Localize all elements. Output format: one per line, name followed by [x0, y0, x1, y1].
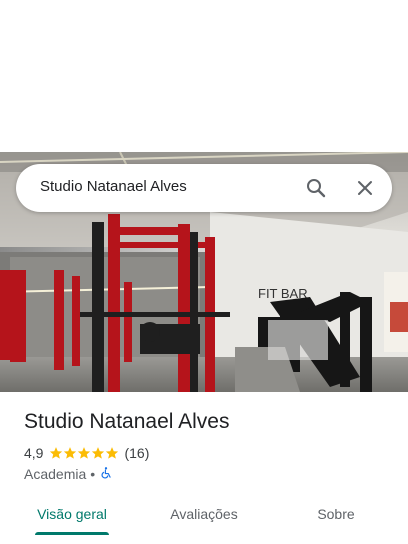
close-icon[interactable] — [353, 176, 377, 200]
tab-bar: Visão geral Avaliações Sobre — [0, 496, 408, 536]
place-title: Studio Natanael Alves — [24, 410, 230, 433]
tab-overview[interactable]: Visão geral — [20, 496, 124, 532]
rating-row[interactable]: 4,9 (16) — [24, 444, 149, 462]
search-icon[interactable] — [304, 176, 328, 200]
place-category: Academia — [24, 466, 87, 482]
active-tab-indicator — [35, 532, 109, 535]
separator-dot: • — [90, 466, 96, 482]
star-icon — [106, 447, 119, 459]
wheelchair-icon — [99, 466, 113, 483]
star-icon — [50, 447, 63, 459]
tab-reviews[interactable]: Avaliações — [152, 496, 256, 532]
star-icon — [64, 447, 77, 459]
star-icon — [78, 447, 91, 459]
star-rating — [49, 446, 119, 460]
rating-value: 4,9 — [24, 445, 44, 461]
review-count[interactable]: (16) — [124, 445, 149, 461]
category-row: Academia • — [24, 465, 113, 483]
star-icon — [92, 447, 105, 459]
search-bar[interactable]: Studio Natanael Alves — [16, 164, 392, 212]
tab-about[interactable]: Sobre — [284, 496, 388, 532]
search-input[interactable]: Studio Natanael Alves — [40, 178, 187, 195]
